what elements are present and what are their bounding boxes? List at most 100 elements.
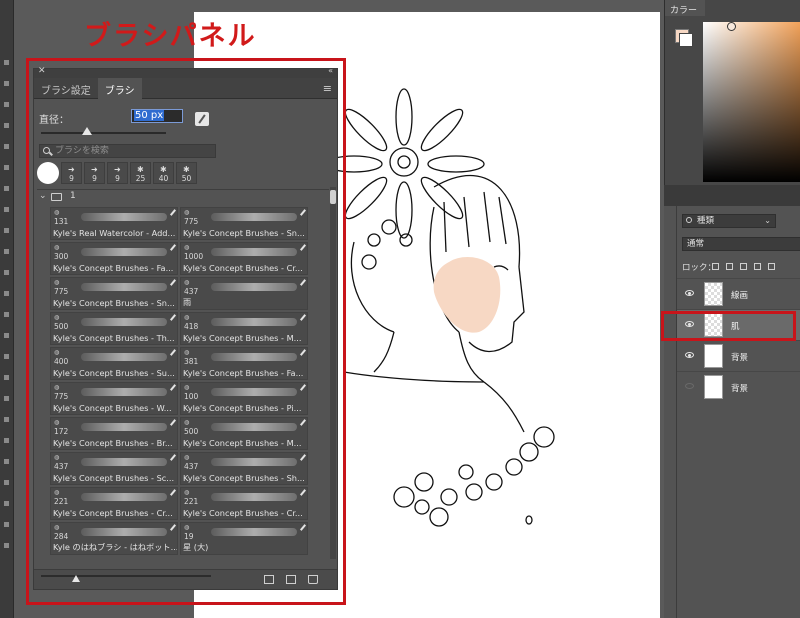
add-icon[interactable]: [286, 575, 296, 584]
edit-brush-icon[interactable]: [169, 244, 177, 251]
lock-transparent-icon[interactable]: [712, 263, 719, 270]
tool-icon[interactable]: [4, 165, 9, 170]
brush-tile[interactable]: ◍ 300 Kyle's Concept Brushes - Fa...: [50, 242, 178, 275]
edit-brush-icon[interactable]: [299, 419, 307, 426]
tool-icon[interactable]: [4, 396, 9, 401]
edit-brush-icon[interactable]: [299, 384, 307, 391]
edit-brush-icon[interactable]: [169, 209, 177, 216]
preset-brush[interactable]: ✱ 50: [176, 162, 197, 184]
size-input[interactable]: 50 px: [131, 109, 183, 123]
tab-color[interactable]: カラー: [665, 0, 705, 16]
brush-group-header[interactable]: ⌄ 1: [37, 189, 329, 203]
edit-brush-icon[interactable]: [299, 349, 307, 356]
brush-search-input[interactable]: ブラシを検索: [39, 144, 216, 158]
brush-tile[interactable]: ◍ 381 Kyle's Concept Brushes - Fa...: [180, 347, 308, 380]
tool-icon[interactable]: [4, 375, 9, 380]
tool-icon[interactable]: [4, 102, 9, 107]
preset-brush[interactable]: ➜ 9: [84, 162, 105, 184]
tool-icon[interactable]: [4, 480, 9, 485]
preset-brush[interactable]: ➜ 9: [107, 162, 128, 184]
brush-tile[interactable]: ◍ 100 Kyle's Concept Brushes - Pi...: [180, 382, 308, 415]
tool-icon[interactable]: [4, 354, 9, 359]
brush-tile[interactable]: ◍ 500 Kyle's Concept Brushes - M...: [180, 417, 308, 450]
edit-brush-icon[interactable]: [299, 454, 307, 461]
preview-size-slider[interactable]: [41, 575, 211, 577]
tool-icon[interactable]: [4, 186, 9, 191]
chevron-down-icon[interactable]: ⌄: [39, 191, 47, 201]
preset-round-brush[interactable]: [37, 162, 59, 184]
scrollbar[interactable]: [330, 187, 336, 559]
visibility-eye-icon[interactable]: [685, 352, 694, 358]
blend-mode-select[interactable]: 通常: [682, 237, 800, 251]
brush-tile[interactable]: ◍ 131 Kyle's Real Watercolor - Add...: [50, 207, 178, 240]
tool-icon[interactable]: [4, 228, 9, 233]
tool-icon[interactable]: [4, 522, 9, 527]
tool-icon[interactable]: [4, 270, 9, 275]
size-slider[interactable]: [41, 127, 166, 135]
foreground-color-swatch[interactable]: [679, 33, 693, 47]
brush-tile[interactable]: ◍ 500 Kyle's Concept Brushes - Th...: [50, 312, 178, 345]
edit-brush-icon[interactable]: [169, 384, 177, 391]
brush-tile[interactable]: ◍ 418 Kyle's Concept Brushes - M...: [180, 312, 308, 345]
tool-icon[interactable]: [4, 249, 9, 254]
tool-icon[interactable]: [4, 312, 9, 317]
brush-tile[interactable]: ◍ 284 Kyle のはねブラシ - はねボット...: [50, 522, 178, 555]
brush-tile[interactable]: ◍ 19 星 (大): [180, 522, 308, 555]
brush-tile[interactable]: ◍ 775 Kyle's Concept Brushes - Sn...: [50, 277, 178, 310]
tool-icon[interactable]: [4, 291, 9, 296]
collapse-icon[interactable]: «: [328, 66, 333, 75]
brush-tile[interactable]: ◍ 437 雨: [180, 277, 308, 310]
tool-icon[interactable]: [4, 81, 9, 86]
trash-icon[interactable]: [308, 575, 318, 584]
tool-icon[interactable]: [4, 417, 9, 422]
tool-icon[interactable]: [4, 207, 9, 212]
panel-menu-icon[interactable]: ≡: [323, 82, 332, 95]
visibility-eye-icon[interactable]: [685, 290, 694, 296]
edit-brush-icon[interactable]: [299, 209, 307, 216]
tool-icon[interactable]: [4, 144, 9, 149]
edit-brush-icon[interactable]: [299, 244, 307, 251]
layer-row[interactable]: 背景: [677, 371, 800, 402]
lock-all-icon[interactable]: [768, 263, 775, 270]
lock-artboard-icon[interactable]: [754, 263, 761, 270]
preset-brush[interactable]: ✱ 40: [153, 162, 174, 184]
edit-brush-icon[interactable]: [169, 489, 177, 496]
edit-brush-icon[interactable]: [299, 314, 307, 321]
edit-brush-icon[interactable]: [169, 279, 177, 286]
tool-icon[interactable]: [4, 459, 9, 464]
new-brush-icon[interactable]: [195, 112, 209, 126]
folder-icon[interactable]: [264, 575, 274, 584]
tool-icon[interactable]: [4, 501, 9, 506]
tool-icon[interactable]: [4, 333, 9, 338]
preset-brush[interactable]: ✱ 25: [130, 162, 151, 184]
brush-tile[interactable]: ◍ 400 Kyle's Concept Brushes - Su...: [50, 347, 178, 380]
brush-tile[interactable]: ◍ 172 Kyle's Concept Brushes - Br...: [50, 417, 178, 450]
brush-tile[interactable]: ◍ 437 Kyle's Concept Brushes - Sh...: [180, 452, 308, 485]
tab-brush-settings[interactable]: ブラシ設定: [34, 78, 98, 99]
color-picker-ring[interactable]: [727, 22, 736, 31]
brush-tile[interactable]: ◍ 775 Kyle's Concept Brushes - Sn...: [180, 207, 308, 240]
brush-tile[interactable]: ◍ 1000 Kyle's Concept Brushes - Cr...: [180, 242, 308, 275]
size-slider-knob[interactable]: [82, 127, 93, 135]
tool-icon[interactable]: [4, 543, 9, 548]
edit-brush-icon[interactable]: [299, 489, 307, 496]
brush-tile[interactable]: ◍ 437 Kyle's Concept Brushes - Sc...: [50, 452, 178, 485]
lock-brush-icon[interactable]: [726, 263, 733, 270]
tab-brushes[interactable]: ブラシ: [97, 78, 142, 99]
brush-tile[interactable]: ◍ 221 Kyle's Concept Brushes - Cr...: [50, 487, 178, 520]
color-picker-field[interactable]: [703, 22, 800, 182]
tool-icon[interactable]: [4, 123, 9, 128]
preview-size-knob[interactable]: [72, 575, 80, 582]
layer-filter-select[interactable]: 種類 ⌄: [682, 214, 776, 228]
edit-brush-icon[interactable]: [169, 524, 177, 531]
brush-tile[interactable]: ◍ 221 Kyle's Concept Brushes - Cr...: [180, 487, 308, 520]
edit-brush-icon[interactable]: [169, 349, 177, 356]
edit-brush-icon[interactable]: [169, 419, 177, 426]
tool-icon[interactable]: [4, 60, 9, 65]
layer-row[interactable]: 線画: [677, 278, 800, 309]
edit-brush-icon[interactable]: [299, 524, 307, 531]
edit-brush-icon[interactable]: [169, 314, 177, 321]
brush-tile[interactable]: ◍ 775 Kyle's Concept Brushes - W...: [50, 382, 178, 415]
layer-row[interactable]: 背景: [677, 340, 800, 371]
visibility-eye-icon[interactable]: [685, 383, 694, 389]
